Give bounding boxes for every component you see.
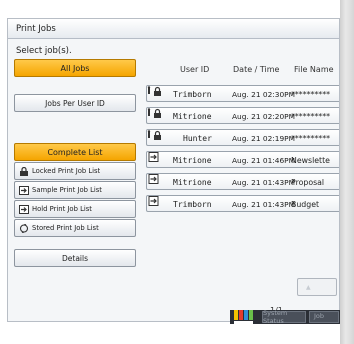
job-date-time: Aug. 21 01:43PM	[232, 178, 296, 187]
job-row[interactable]: Mitrione Aug. 21 02:20PM **********	[146, 107, 339, 124]
job-date-time: Aug. 21 02:20PM	[232, 112, 296, 121]
details-button[interactable]: Details	[14, 249, 136, 267]
device-bezel-top	[0, 0, 354, 10]
job-file-name: Newslette	[291, 156, 330, 165]
job-file-name: **********	[291, 112, 330, 121]
complete-list-button[interactable]: Complete List	[14, 143, 136, 161]
job-file-name: Budget	[291, 200, 320, 209]
sample-print-icon	[19, 185, 29, 195]
column-header-file-name: File Name	[294, 65, 334, 74]
previous-page-button[interactable]: ▲	[297, 278, 337, 296]
system-status-button[interactable]: System Status	[262, 309, 306, 325]
sample-job-icon	[148, 152, 159, 162]
system-status-label: System Status	[263, 309, 288, 325]
hold-print-job-list-label: Hold Print Job List	[32, 205, 92, 213]
job-date-time: Aug. 21 02:19PM	[232, 134, 296, 143]
lock-icon	[20, 166, 28, 176]
stored-print-job-list-button[interactable]: Stored Print Job List	[14, 219, 136, 237]
job-user-id: Hunter	[183, 134, 212, 143]
jobs-per-user-id-button[interactable]: Jobs Per User ID	[14, 94, 136, 112]
job-file-name: **********	[291, 134, 330, 143]
job-row[interactable]: Mitrione Aug. 21 01:43PM Proposal	[146, 173, 339, 190]
job-user-id: Mitrione	[173, 156, 212, 165]
device-bezel-right	[340, 0, 354, 344]
complete-list-label: Complete List	[47, 147, 103, 157]
job-date-time: Aug. 21 01:46PM	[232, 156, 296, 165]
screen-header: Print Jobs	[8, 19, 339, 39]
job-date-time: Aug. 21 01:43PM	[232, 200, 296, 209]
print-jobs-screen: Print Jobs Select job(s). All Jobs Jobs …	[7, 18, 340, 322]
job-list-label: Job	[314, 312, 325, 320]
job-row[interactable]: Trimborn Aug. 21 02:30PM **********	[146, 85, 339, 102]
details-label: Details	[61, 253, 88, 263]
stored-print-icon	[19, 223, 29, 233]
all-jobs-label: All Jobs	[60, 63, 90, 73]
job-date-time: Aug. 21 02:30PM	[232, 90, 296, 99]
locked-job-icon	[147, 86, 161, 96]
job-file-name: Proposal	[291, 178, 325, 187]
hold-print-job-list-button[interactable]: Hold Print Job List	[14, 200, 136, 218]
vcms-logo	[234, 310, 253, 324]
locked-print-job-list-label: Locked Print Job List	[32, 167, 101, 175]
job-user-id: Mitrione	[173, 112, 212, 121]
jobs-per-user-id-label: Jobs Per User ID	[45, 98, 105, 108]
job-user-id: Trimborn	[173, 90, 212, 99]
previous-arrow-icon: ▲	[306, 284, 311, 291]
all-jobs-button[interactable]: All Jobs	[14, 59, 136, 77]
sample-print-job-list-button[interactable]: Sample Print Job List	[14, 181, 136, 199]
sample-print-job-list-label: Sample Print Job List	[32, 186, 102, 194]
column-header-date-time: Date / Time	[233, 65, 280, 74]
job-row[interactable]: Hunter Aug. 21 02:19PM **********	[146, 129, 339, 146]
job-row[interactable]: Mitrione Aug. 21 01:46PM Newslette	[146, 151, 339, 168]
job-file-name: **********	[291, 90, 330, 99]
job-user-id: Trimborn	[173, 200, 212, 209]
job-row[interactable]: Trimborn Aug. 21 01:43PM Budget	[146, 195, 339, 212]
sample-job-icon	[148, 196, 159, 206]
sample-job-icon	[148, 174, 159, 184]
hold-print-icon	[19, 204, 29, 214]
locked-print-job-list-button[interactable]: Locked Print Job List	[14, 162, 136, 180]
column-header-user-id: User ID	[180, 65, 210, 74]
locked-job-icon	[147, 130, 161, 140]
select-jobs-prompt: Select job(s).	[16, 46, 72, 56]
job-list-button[interactable]: Job	[309, 311, 339, 323]
page-title: Print Jobs	[16, 24, 56, 34]
stored-print-job-list-label: Stored Print Job List	[32, 224, 99, 232]
locked-job-icon	[147, 108, 161, 118]
job-user-id: Mitrione	[173, 178, 212, 187]
